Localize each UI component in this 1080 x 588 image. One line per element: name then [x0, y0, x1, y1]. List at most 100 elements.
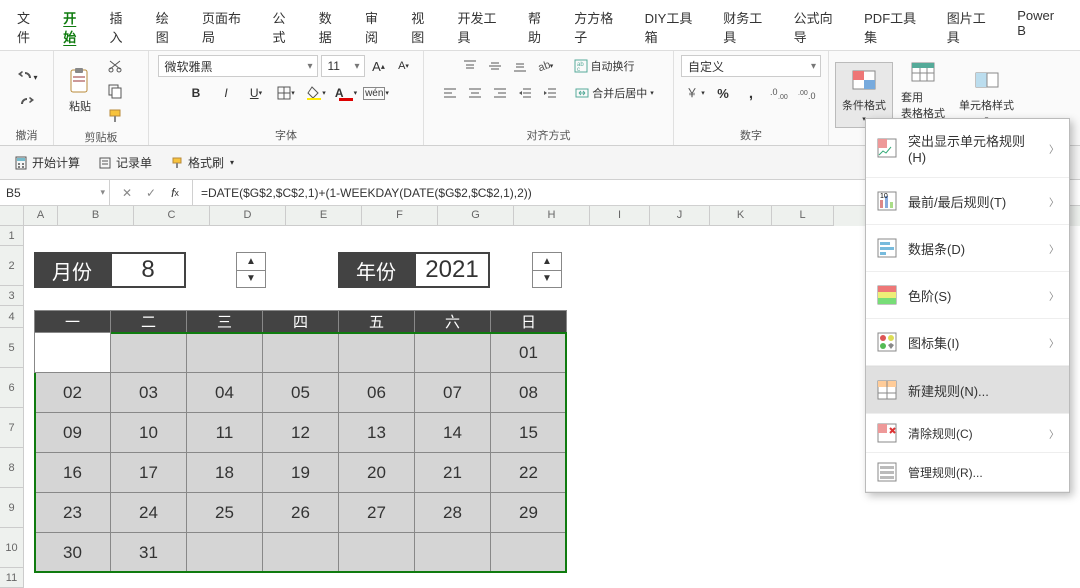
ribbon-tab-15[interactable]: PDF工具集	[855, 4, 934, 50]
calendar-cell[interactable]	[491, 533, 567, 573]
ribbon-tab-2[interactable]: 插入	[101, 4, 143, 50]
calendar-cell[interactable]: 11	[187, 413, 263, 453]
col-header[interactable]: F	[362, 206, 438, 226]
calendar-cell[interactable]: 27	[339, 493, 415, 533]
calendar-cell[interactable]: 12	[263, 413, 339, 453]
calendar-cell[interactable]: 19	[263, 453, 339, 493]
calendar-cell[interactable]	[339, 533, 415, 573]
calendar-cell[interactable]: 04	[187, 373, 263, 413]
calendar-cell[interactable]	[339, 333, 415, 373]
increase-decimal-button[interactable]: .0.00	[768, 82, 790, 104]
col-header[interactable]: G	[438, 206, 514, 226]
phonetic-button[interactable]: wén▾	[365, 82, 387, 104]
row-header[interactable]: 7	[0, 408, 24, 448]
ribbon-tab-10[interactable]: 帮助	[519, 4, 561, 50]
row-header[interactable]: 3	[0, 286, 24, 306]
align-top-button[interactable]	[459, 55, 481, 77]
calendar-cell[interactable]	[263, 333, 339, 373]
row-header[interactable]: 6	[0, 368, 24, 408]
ribbon-tab-14[interactable]: 公式向导	[785, 4, 851, 50]
calendar-cell[interactable]: 03	[111, 373, 187, 413]
calendar-cell[interactable]: 05	[263, 373, 339, 413]
col-header[interactable]: E	[286, 206, 362, 226]
calendar-cell[interactable]: 07	[415, 373, 491, 413]
month-spinner[interactable]: ▲▼	[236, 252, 266, 288]
col-header[interactable]: K	[710, 206, 772, 226]
calendar-cell[interactable]: 20	[339, 453, 415, 493]
ribbon-tab-7[interactable]: 审阅	[356, 4, 398, 50]
row-header[interactable]: 2	[0, 246, 24, 286]
col-header[interactable]: A	[24, 206, 58, 226]
spinner-up-icon[interactable]: ▲	[533, 253, 561, 271]
ribbon-tab-16[interactable]: 图片工具	[938, 4, 1004, 50]
cancel-formula-button[interactable]: ✕	[116, 182, 138, 204]
italic-button[interactable]: I	[215, 82, 237, 104]
font-size-select[interactable]: 11	[321, 55, 365, 77]
calendar-cell[interactable]	[187, 333, 263, 373]
align-left-button[interactable]	[439, 82, 461, 104]
percent-button[interactable]: %	[712, 82, 734, 104]
calendar-cell[interactable]: 29	[491, 493, 567, 533]
calendar-cell[interactable]	[415, 533, 491, 573]
font-name-select[interactable]: 微软雅黑	[158, 55, 318, 77]
increase-indent-button[interactable]	[539, 82, 561, 104]
calendar-cell[interactable]: 23	[35, 493, 111, 533]
font-color-button[interactable]: A▾	[335, 82, 357, 104]
underline-button[interactable]: U▾	[245, 82, 267, 104]
calendar-cell[interactable]: 14	[415, 413, 491, 453]
calendar-cell[interactable]: 10	[111, 413, 187, 453]
paste-button[interactable]: 粘贴	[60, 64, 100, 118]
number-format-select[interactable]: 自定义	[681, 55, 821, 77]
calendar-cell[interactable]	[415, 333, 491, 373]
calendar-cell[interactable]: 22	[491, 453, 567, 493]
calendar-cell[interactable]: 25	[187, 493, 263, 533]
col-header[interactable]: B	[58, 206, 134, 226]
format-painter-qat-button[interactable]: 格式刷▾	[166, 152, 238, 173]
ribbon-tab-0[interactable]: 文件	[8, 4, 50, 50]
ribbon-tab-17[interactable]: Power B	[1008, 4, 1072, 50]
ribbon-tab-3[interactable]: 绘图	[147, 4, 189, 50]
align-right-button[interactable]	[489, 82, 511, 104]
ribbon-tab-6[interactable]: 数据	[310, 4, 352, 50]
ribbon-tab-4[interactable]: 页面布局	[193, 4, 259, 50]
align-bottom-button[interactable]	[509, 55, 531, 77]
decrease-font-button[interactable]: A▾	[393, 55, 415, 77]
calendar-cell[interactable]: 15	[491, 413, 567, 453]
ribbon-tab-11[interactable]: 方方格子	[565, 4, 631, 50]
col-header[interactable]: J	[650, 206, 710, 226]
cf-menu-item-6[interactable]: 清除规则(C)〉	[866, 414, 1069, 453]
row-header[interactable]: 1	[0, 226, 24, 246]
insert-function-button[interactable]: fx	[164, 182, 186, 204]
cf-menu-item-1[interactable]: 10最前/最后规则(T)〉	[866, 178, 1069, 225]
cf-menu-item-4[interactable]: 图标集(I)〉	[866, 319, 1069, 366]
row-header[interactable]: 11	[0, 568, 24, 588]
calendar-cell[interactable]	[187, 533, 263, 573]
ribbon-tab-5[interactable]: 公式	[263, 4, 305, 50]
redo-button[interactable]	[16, 92, 38, 114]
calendar-cell[interactable]	[263, 533, 339, 573]
cf-menu-item-3[interactable]: 色阶(S)〉	[866, 272, 1069, 319]
cf-menu-item-5[interactable]: 新建规则(N)...	[866, 367, 1069, 414]
calendar-cell[interactable]: 02	[35, 373, 111, 413]
col-header[interactable]: H	[514, 206, 590, 226]
col-header[interactable]: D	[210, 206, 286, 226]
row-header[interactable]: 8	[0, 448, 24, 488]
row-header[interactable]: 10	[0, 528, 24, 568]
col-header[interactable]: L	[772, 206, 834, 226]
calendar-cell[interactable]: 06	[339, 373, 415, 413]
calendar-cell[interactable]: 24	[111, 493, 187, 533]
calendar-cell[interactable]: 09	[35, 413, 111, 453]
select-all-corner[interactable]	[0, 206, 24, 226]
cut-button[interactable]	[104, 55, 126, 77]
copy-button[interactable]	[104, 80, 126, 102]
cf-menu-item-0[interactable]: 突出显示单元格规则(H)〉	[866, 119, 1069, 178]
spinner-down-icon[interactable]: ▼	[237, 271, 265, 288]
decrease-decimal-button[interactable]: .00.0	[796, 82, 818, 104]
comma-button[interactable]: ,	[740, 82, 762, 104]
calendar-cell[interactable]: 01	[491, 333, 567, 373]
undo-button[interactable]: ▾	[16, 66, 38, 88]
calendar-cell[interactable]: 26	[263, 493, 339, 533]
calendar-cell[interactable]: 21	[415, 453, 491, 493]
calendar-cell[interactable]	[111, 333, 187, 373]
cf-menu-item-7[interactable]: 管理规则(R)...	[866, 453, 1069, 492]
